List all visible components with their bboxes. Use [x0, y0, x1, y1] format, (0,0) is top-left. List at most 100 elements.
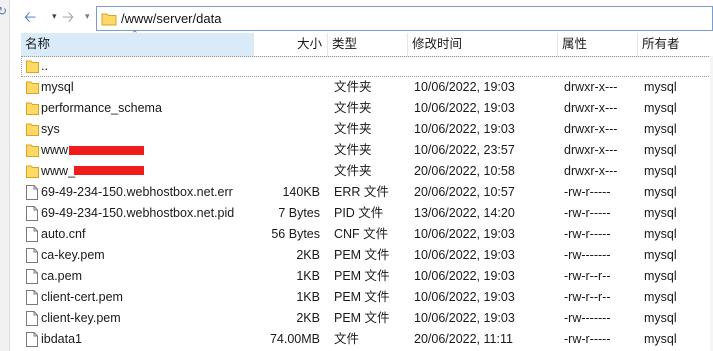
file-name: client-cert.pem [41, 290, 123, 304]
file-name: mysql [41, 80, 74, 94]
refresh-icon[interactable]: ↻ [0, 4, 7, 18]
table-row[interactable]: 69-49-234-150.webhostbox.net.err 140KB ERR… [21, 182, 713, 203]
file-attributes: -rw-r----- [564, 206, 611, 220]
file-list: .. mysql 文件夹 10/06/2022, 19:03 drwxr-x--- mys… [21, 56, 713, 351]
table-row[interactable]: sys 文件夹 10/06/2022, 19:03 drwxr-x--- mysql [21, 119, 713, 140]
folder-icon [101, 13, 117, 26]
folder-icon [26, 59, 39, 74]
file-modified: 10/06/2022, 19:03 [414, 122, 515, 136]
file-modified: 10/06/2022, 19:03 [414, 311, 515, 325]
file-name: ibdata1 [41, 332, 83, 346]
header-spacer [10, 33, 21, 56]
chevron-down-icon[interactable]: ▾ [52, 11, 57, 22]
file-type: ERR 文件 [334, 185, 389, 199]
column-size[interactable]: 大小 [254, 33, 328, 56]
file-type: CNF 文件 [334, 227, 389, 241]
file-modified: 10/06/2022, 19:03 [414, 248, 515, 262]
file-icon [26, 206, 38, 221]
file-modified: 10/06/2022, 19:03 [414, 101, 515, 115]
file-modified: 20/06/2022, 11:11 [414, 332, 513, 346]
parent-directory-row[interactable]: .. [21, 56, 713, 77]
file-owner: mysql [644, 185, 677, 199]
file-attributes: -rw-r--r-- [564, 290, 611, 304]
path-input[interactable]: /www/server/data [96, 6, 713, 31]
forward-arrow-icon[interactable]: 🡢 [62, 9, 74, 27]
table-row[interactable]: mysql 文件夹 10/06/2022, 19:03 drwxr-x--- mysql [21, 77, 713, 98]
file-attributes: drwxr-x--- [564, 122, 618, 136]
path-text: /www/server/data [121, 11, 222, 26]
file-attributes: drwxr-x--- [564, 164, 618, 178]
back-arrow-icon[interactable]: 🡠 [24, 9, 36, 27]
file-type: PEM 文件 [334, 248, 390, 262]
file-name: performance_schema [41, 101, 162, 115]
file-name: www_ [41, 164, 76, 178]
toolbar: 🡠 ▾ 🡢 ▾ /www/server/data [10, 0, 713, 36]
file-owner: mysql [644, 80, 677, 94]
redaction-mark [69, 146, 144, 155]
file-owner: mysql [644, 206, 677, 220]
table-row[interactable]: client-key.pem 2KB PEM 文件 10/06/2022, 19:03… [21, 308, 713, 329]
column-owner[interactable]: 所有者 [638, 33, 713, 56]
file-owner: mysql [644, 101, 677, 115]
file-modified: 10/06/2022, 19:03 [414, 80, 515, 94]
table-row[interactable]: www_ 文件夹 20/06/2022, 10:58 drwxr-x--- mysql [21, 161, 713, 182]
file-icon [26, 269, 38, 284]
file-attributes: -rw------- [564, 248, 611, 262]
file-name: client-key.pem [41, 311, 121, 325]
column-attributes[interactable]: 属性 [558, 33, 638, 56]
file-size: 1KB [296, 290, 320, 304]
file-modified: 20/06/2022, 10:58 [414, 164, 515, 178]
file-type: PID 文件 [334, 206, 384, 220]
file-owner: mysql [644, 227, 677, 241]
file-type: 文件夹 [334, 80, 372, 94]
file-type: 文件夹 [334, 101, 372, 115]
table-row[interactable]: ibdata1 74.00MB 文件 20/06/2022, 11:11 -rw-r--… [21, 329, 713, 350]
table-row[interactable]: www 文件夹 10/06/2022, 23:57 drwxr-x--- mysql [21, 140, 713, 161]
chevron-down-icon[interactable]: ▾ [85, 11, 90, 22]
file-size: 2KB [296, 248, 320, 262]
file-size: 140KB [282, 185, 320, 199]
file-owner: mysql [644, 290, 677, 304]
file-name: www [41, 143, 69, 157]
file-name: auto.cnf [41, 227, 86, 241]
file-name: ca-key.pem [41, 248, 105, 262]
file-owner: mysql [644, 269, 677, 283]
file-modified: 20/06/2022, 10:57 [414, 185, 515, 199]
file-size: 7 Bytes [278, 206, 320, 220]
folder-icon [26, 80, 39, 95]
file-attributes: -rw-r--r-- [564, 269, 611, 283]
table-row[interactable]: 69-49-234-150.webhostbox.net.pid 7 Bytes P… [21, 203, 713, 224]
folder-icon [26, 122, 39, 137]
table-row[interactable]: client-cert.pem 1KB PEM 文件 10/06/2022, 19:0… [21, 287, 713, 308]
folder-icon [26, 143, 39, 158]
file-type: PEM 文件 [334, 311, 390, 325]
file-icon [26, 227, 38, 242]
file-size: 56 Bytes [271, 227, 320, 241]
file-attributes: -rw-r----- [564, 227, 611, 241]
column-name[interactable]: 名称 [21, 33, 254, 56]
file-name: 69-49-234-150.webhostbox.net.pid [41, 206, 235, 220]
table-row[interactable]: auto.cnf 56 Bytes CNF 文件 10/06/2022, 19:03 -… [21, 224, 713, 245]
table-row[interactable]: ca.pem 1KB PEM 文件 10/06/2022, 19:03 -rw-r--r… [21, 266, 713, 287]
file-size: 1KB [296, 269, 320, 283]
file-attributes: -rw------- [564, 311, 611, 325]
column-header: ⌃ 名称 大小 类型 修改时间 属性 所有者 [21, 29, 713, 57]
folder-icon [26, 164, 39, 179]
table-row[interactable]: performance_schema 文件夹 10/06/2022, 19:03 dr… [21, 98, 713, 119]
file-attributes: drwxr-x--- [564, 143, 618, 157]
file-type: 文件夹 [334, 164, 372, 178]
file-type: 文件夹 [334, 143, 372, 157]
file-icon [26, 248, 38, 263]
file-icon [26, 332, 38, 347]
file-attributes: -rw-r----- [564, 332, 611, 346]
file-owner: mysql [644, 311, 677, 325]
file-type: PEM 文件 [334, 290, 390, 304]
file-owner: mysql [644, 332, 677, 346]
table-row[interactable]: ca-key.pem 2KB PEM 文件 10/06/2022, 19:03 -rw-… [21, 245, 713, 266]
folder-icon [26, 101, 39, 116]
column-type[interactable]: 类型 [328, 33, 408, 56]
file-attributes: drwxr-x--- [564, 101, 618, 115]
file-name: .. [41, 59, 48, 73]
column-modified[interactable]: 修改时间 [408, 33, 558, 56]
redaction-mark [74, 166, 144, 175]
